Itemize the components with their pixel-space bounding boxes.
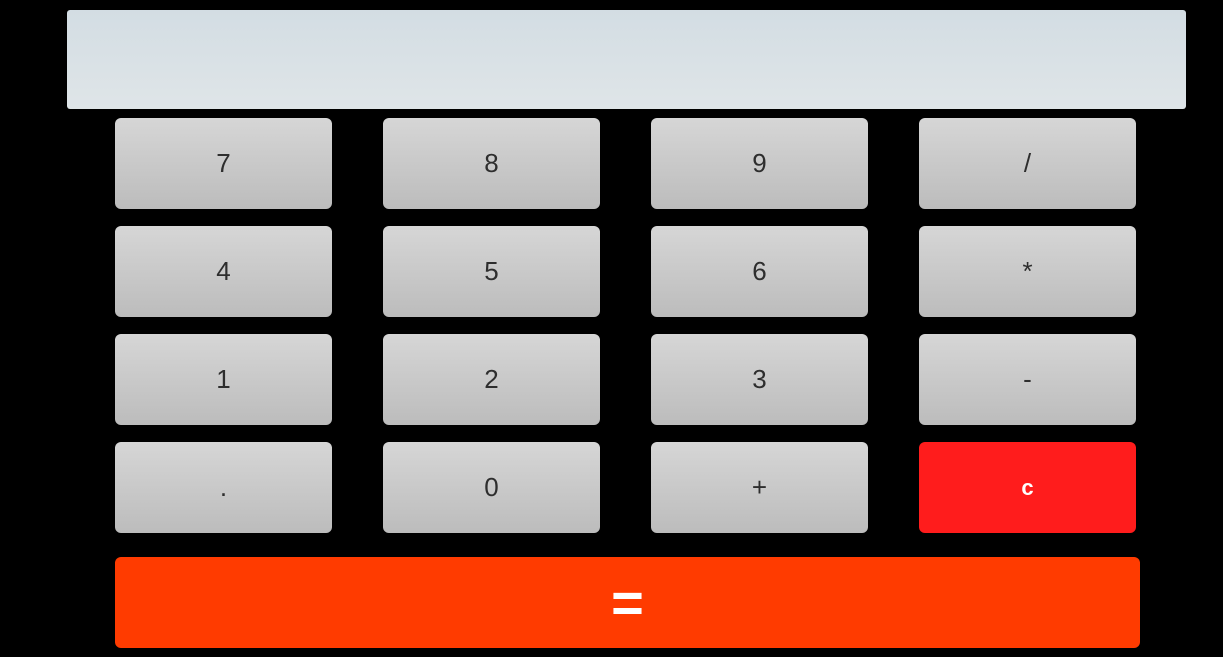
key-7[interactable]: 7 — [115, 118, 332, 209]
key-decimal[interactable]: . — [115, 442, 332, 533]
key-add[interactable]: + — [651, 442, 868, 533]
key-2[interactable]: 2 — [383, 334, 600, 425]
key-3[interactable]: 3 — [651, 334, 868, 425]
key-8[interactable]: 8 — [383, 118, 600, 209]
calculator-display[interactable] — [67, 10, 1186, 109]
key-subtract[interactable]: - — [919, 334, 1136, 425]
key-9[interactable]: 9 — [651, 118, 868, 209]
key-5[interactable]: 5 — [383, 226, 600, 317]
key-multiply[interactable]: * — [919, 226, 1136, 317]
key-0[interactable]: 0 — [383, 442, 600, 533]
key-6[interactable]: 6 — [651, 226, 868, 317]
key-divide[interactable]: / — [919, 118, 1136, 209]
clear-button[interactable]: c — [919, 442, 1136, 533]
equals-button[interactable]: = — [115, 557, 1140, 648]
keypad: 7 8 9 / 4 5 6 * 1 2 3 - . 0 + c — [115, 118, 1138, 533]
key-4[interactable]: 4 — [115, 226, 332, 317]
key-1[interactable]: 1 — [115, 334, 332, 425]
calculator-app: 7 8 9 / 4 5 6 * 1 2 3 - . 0 + c = — [0, 0, 1223, 657]
